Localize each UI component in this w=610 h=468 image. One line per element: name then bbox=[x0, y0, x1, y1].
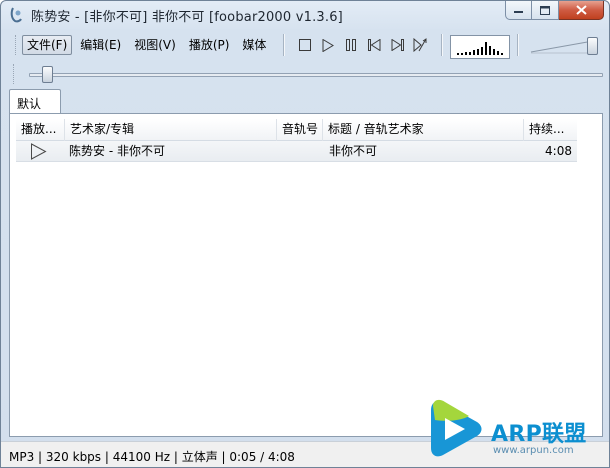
volume-slider[interactable] bbox=[529, 34, 607, 58]
visualizer-bar bbox=[477, 49, 479, 55]
random-icon bbox=[413, 38, 427, 52]
volume-thumb[interactable] bbox=[587, 37, 598, 55]
stop-icon bbox=[299, 39, 311, 51]
toolbar-separator bbox=[283, 34, 285, 56]
column-playing[interactable]: 播放... bbox=[16, 119, 64, 141]
play-button[interactable] bbox=[318, 35, 338, 55]
next-button[interactable] bbox=[387, 35, 407, 55]
playlist-tabs: 默认 bbox=[9, 89, 603, 114]
next-icon bbox=[391, 39, 404, 51]
menu-file[interactable]: 文件(F) bbox=[22, 35, 73, 55]
main-toolbar: 文件(F) 编辑(E) 视图(V) 播放(P) 媒体 bbox=[9, 31, 603, 59]
column-duration[interactable]: 持续... bbox=[523, 119, 577, 141]
column-track-number[interactable]: 音轨号 bbox=[276, 119, 322, 141]
arp-play-logo-icon bbox=[431, 399, 482, 457]
visualizer-bar bbox=[465, 52, 467, 55]
menu-playback[interactable]: 播放(P) bbox=[184, 35, 235, 55]
foobar-app-icon bbox=[10, 7, 22, 23]
pause-button[interactable] bbox=[341, 35, 361, 55]
toolbar-grip[interactable] bbox=[15, 35, 18, 55]
row-title: 非你不可 bbox=[329, 144, 378, 158]
maximize-icon bbox=[540, 5, 550, 15]
seek-track[interactable] bbox=[29, 73, 603, 77]
window-controls bbox=[505, 1, 604, 21]
window-title: 陈势安 - [非你不可] 非你不可 [foobar2000 v1.3.6] bbox=[31, 10, 343, 25]
previous-icon bbox=[367, 39, 380, 51]
watermark-name: ARP联盟 bbox=[491, 422, 587, 447]
row-artist-album: 陈势安 - 非你不可 bbox=[69, 144, 165, 158]
close-button[interactable] bbox=[559, 1, 604, 20]
close-icon bbox=[575, 5, 587, 15]
previous-button[interactable] bbox=[364, 35, 384, 55]
spectrum-visualizer[interactable] bbox=[450, 35, 510, 59]
stop-button[interactable] bbox=[295, 35, 315, 55]
visualizer-bar bbox=[489, 46, 491, 55]
column-artist-album[interactable]: 艺术家/专辑 bbox=[64, 119, 276, 141]
visualizer-bar bbox=[485, 42, 487, 55]
menu-bar: 文件(F) 编辑(E) 视图(V) 播放(P) 媒体 bbox=[9, 31, 274, 59]
now-playing-icon bbox=[31, 143, 47, 160]
minimize-button[interactable] bbox=[505, 1, 532, 20]
foobar2000-window: 陈势安 - [非你不可] 非你不可 [foobar2000 v1.3.6] 文件… bbox=[0, 0, 610, 468]
playlist-header: 播放... 艺术家/专辑 音轨号 标题 / 音轨艺术家 持续... bbox=[16, 119, 577, 141]
now-playing-indicator bbox=[30, 143, 47, 164]
playlist-view[interactable]: 播放... 艺术家/专辑 音轨号 标题 / 音轨艺术家 持续... 陈势安 - … bbox=[9, 113, 603, 437]
row-track-number bbox=[276, 141, 322, 162]
arp-watermark-logo: ARP联盟 www.arpun.com bbox=[423, 396, 603, 462]
maximize-button[interactable] bbox=[532, 1, 559, 20]
menu-view[interactable]: 视图(V) bbox=[129, 35, 181, 55]
watermark-url: www.arpun.com bbox=[493, 445, 574, 456]
visualizer-bar bbox=[457, 53, 459, 55]
row-duration: 4:08 bbox=[545, 144, 572, 158]
column-title-artist[interactable]: 标题 / 音轨艺术家 bbox=[322, 119, 522, 141]
visualizer-bar bbox=[461, 53, 463, 55]
minimize-icon bbox=[514, 11, 523, 13]
seek-thumb[interactable] bbox=[42, 66, 53, 83]
menu-edit[interactable]: 编辑(E) bbox=[75, 35, 126, 55]
seek-bar[interactable] bbox=[9, 62, 603, 86]
seekbar-grip[interactable] bbox=[13, 64, 16, 84]
toolbar-separator bbox=[441, 34, 443, 56]
playlist-row[interactable]: 陈势安 - 非你不可 非你不可 4:08 bbox=[16, 141, 577, 162]
visualizer-bar bbox=[469, 52, 471, 55]
status-text: MP3 | 320 kbps | 44100 Hz | 立体声 | 0:05 /… bbox=[9, 450, 295, 464]
toolbar-separator bbox=[517, 34, 519, 56]
visualizer-bar bbox=[473, 50, 475, 55]
pause-icon bbox=[346, 39, 356, 51]
visualizer-bar bbox=[497, 51, 499, 55]
visualizer-bar bbox=[481, 47, 483, 55]
tab-default[interactable]: 默认 bbox=[9, 89, 61, 114]
visualizer-bar bbox=[501, 53, 503, 55]
title-bar[interactable]: 陈势安 - [非你不可] 非你不可 [foobar2000 v1.3.6] bbox=[1, 1, 609, 29]
visualizer-bar bbox=[493, 49, 495, 55]
play-icon bbox=[322, 38, 334, 52]
transport-controls bbox=[295, 31, 433, 59]
menu-library[interactable]: 媒体 bbox=[237, 35, 271, 55]
random-button[interactable] bbox=[410, 35, 430, 55]
